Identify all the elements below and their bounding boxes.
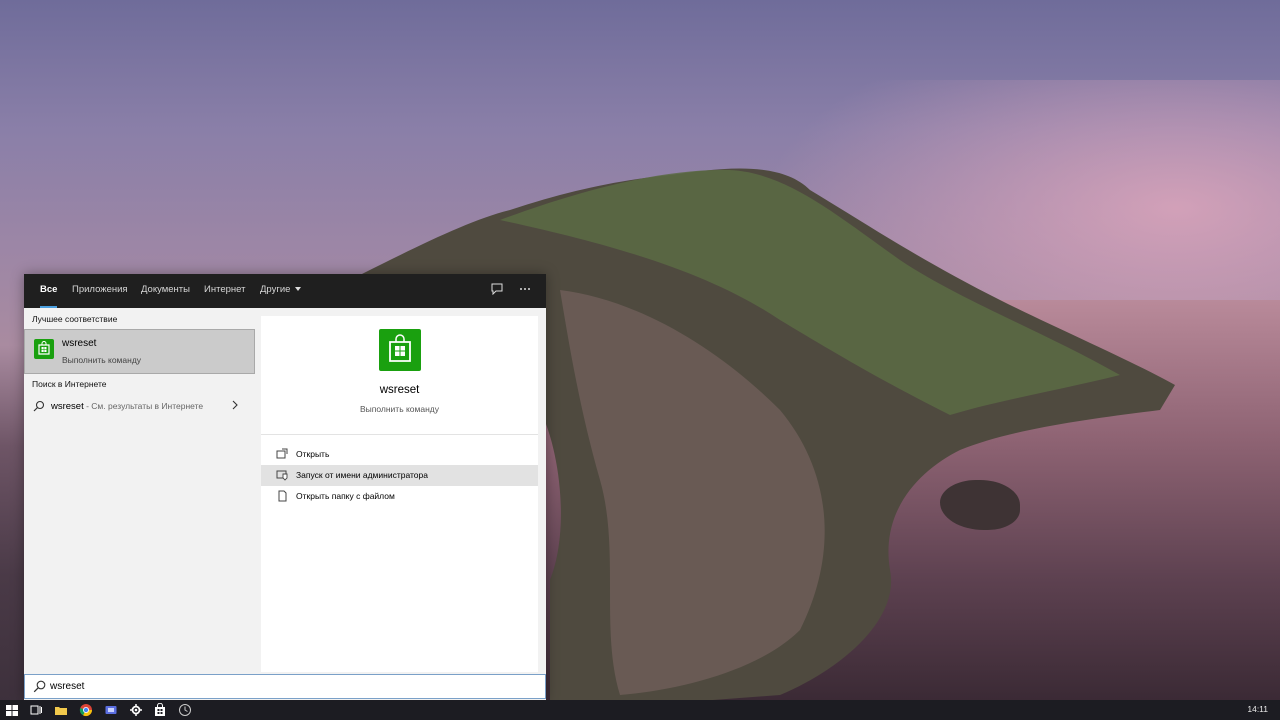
best-match-heading: Лучшее соответствие	[32, 314, 118, 324]
chrome-icon[interactable]	[79, 703, 93, 717]
action-open[interactable]: Открыть	[261, 444, 538, 465]
search-icon	[33, 680, 46, 693]
action-run-as-admin[interactable]: Запуск от имени администратора	[261, 465, 538, 486]
windows-start-icon[interactable]	[5, 703, 19, 717]
preview-pane: wsreset Выполнить команду Открыть Запуск…	[261, 316, 538, 672]
tab-all[interactable]: Все	[40, 274, 58, 308]
chevron-right-icon	[231, 400, 239, 413]
best-match-title: wsreset	[62, 338, 97, 349]
store-taskbar-icon[interactable]	[153, 703, 167, 717]
open-icon	[276, 448, 288, 459]
web-search-item[interactable]: wsreset - См. результаты в Интернете	[24, 396, 253, 418]
search-input[interactable]	[50, 678, 530, 695]
more-options-icon[interactable]	[516, 282, 534, 300]
best-match-item[interactable]: wsreset Выполнить команду	[24, 329, 255, 374]
search-tab-bar: Все Приложения Документы Интернет Другие	[24, 274, 546, 308]
taskbar: 14:11	[0, 700, 1280, 720]
store-app-large-icon	[379, 329, 421, 371]
web-search-heading: Поиск в Интернете	[32, 379, 107, 389]
preview-subtitle: Выполнить команду	[359, 404, 440, 414]
file-icon	[278, 490, 287, 502]
shield-icon	[276, 470, 288, 481]
start-search-panel: Все Приложения Документы Интернет Другие…	[24, 274, 546, 700]
settings-gear-icon[interactable]	[129, 703, 143, 717]
clock-app-icon[interactable]	[178, 703, 192, 717]
tab-internet[interactable]: Интернет	[204, 274, 245, 308]
video-app-icon[interactable]	[104, 703, 118, 717]
action-run-as-admin-label: Запуск от имени администратора	[296, 470, 428, 480]
web-search-hint: - См. результаты в Интернете	[83, 401, 204, 411]
store-app-icon	[34, 339, 54, 359]
search-icon	[33, 400, 45, 412]
task-view-icon[interactable]	[29, 703, 43, 717]
web-search-query: wsreset	[51, 401, 84, 412]
action-open-file-location[interactable]: Открыть папку с файлом	[261, 486, 538, 507]
action-open-file-location-label: Открыть папку с файлом	[296, 491, 395, 501]
web-search-text: wsreset - См. результаты в Интернете	[51, 401, 203, 412]
results-list: Лучшее соответствие wsreset Выполнить ко…	[24, 308, 257, 672]
preview-divider	[261, 434, 538, 435]
best-match-subtitle: Выполнить команду	[62, 355, 142, 365]
tab-other-label: Другие	[260, 284, 291, 295]
file-explorer-icon[interactable]	[54, 703, 68, 717]
chevron-down-icon	[295, 287, 302, 292]
search-box[interactable]	[24, 674, 546, 699]
tab-other[interactable]: Другие	[260, 274, 302, 308]
taskbar-clock[interactable]: 14:11	[1247, 704, 1268, 714]
tab-apps[interactable]: Приложения	[72, 274, 128, 308]
tab-documents[interactable]: Документы	[141, 274, 190, 308]
feedback-icon[interactable]	[488, 282, 506, 300]
preview-title: wsreset	[379, 384, 420, 396]
action-open-label: Открыть	[296, 449, 330, 459]
